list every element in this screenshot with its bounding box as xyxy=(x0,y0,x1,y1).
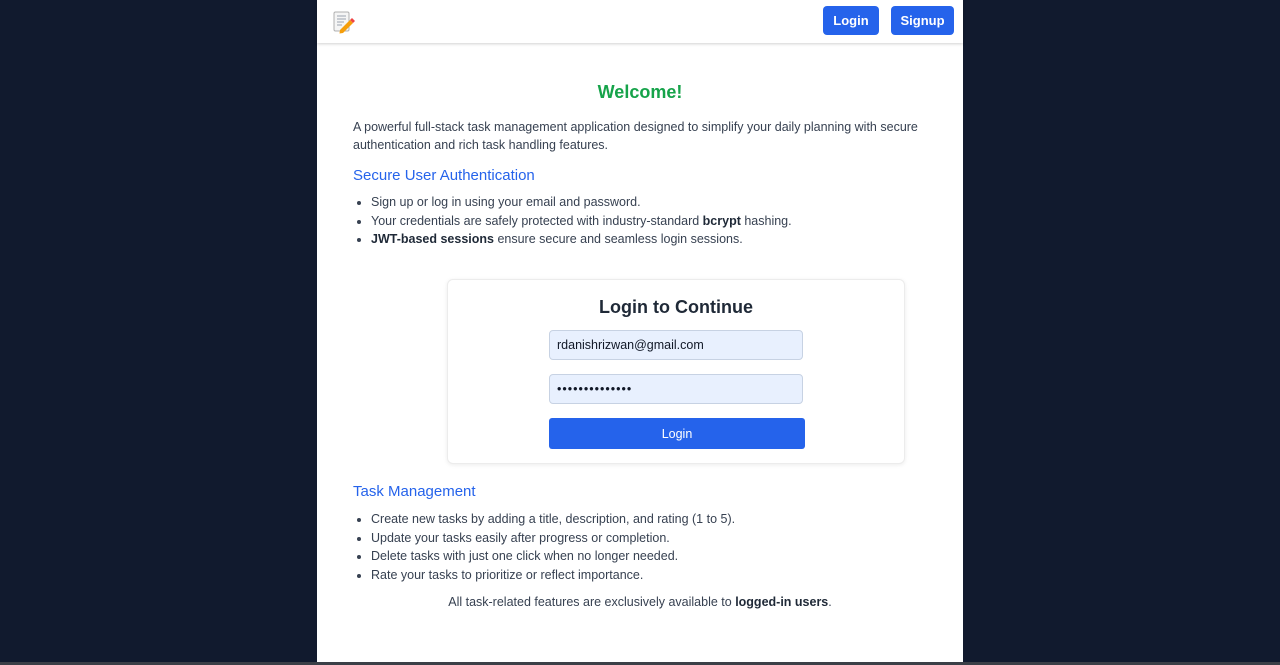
login-card: Login to Continue Login xyxy=(447,279,905,464)
list-item: JWT-based sessions ensure secure and sea… xyxy=(371,230,792,249)
welcome-heading: Welcome! xyxy=(597,82,683,102)
nav-signup-button[interactable]: Signup xyxy=(891,6,954,35)
task-feature-list: Create new tasks by adding a title, desc… xyxy=(353,510,735,584)
memo-pencil-icon[interactable] xyxy=(331,10,355,34)
auth-feature-list: Sign up or log in using your email and p… xyxy=(353,193,792,249)
task-section-title: Task Management xyxy=(353,483,476,500)
email-field[interactable] xyxy=(549,330,803,360)
login-card-title: Login to Continue xyxy=(599,297,753,317)
list-item: Delete tasks with just one click when no… xyxy=(371,547,735,566)
list-item: Rate your tasks to prioritize or reflect… xyxy=(371,566,735,585)
list-item: Your credentials are safely protected wi… xyxy=(371,212,792,231)
nav-login-button[interactable]: Login xyxy=(823,6,879,35)
footer-note: All task-related features are exclusivel… xyxy=(448,595,832,609)
intro-text: A powerful full-stack task management ap… xyxy=(353,120,918,152)
navbar: Login Signup xyxy=(317,0,963,43)
list-item: Update your tasks easily after progress … xyxy=(371,529,735,548)
auth-section-title: Secure User Authentication xyxy=(353,167,535,184)
list-item: Sign up or log in using your email and p… xyxy=(371,193,792,212)
page-container: Login Signup Welcome! A powerful full-st… xyxy=(317,0,963,662)
login-submit-button[interactable]: Login xyxy=(549,418,805,449)
password-field[interactable] xyxy=(549,374,803,404)
list-item: Create new tasks by adding a title, desc… xyxy=(371,510,735,529)
